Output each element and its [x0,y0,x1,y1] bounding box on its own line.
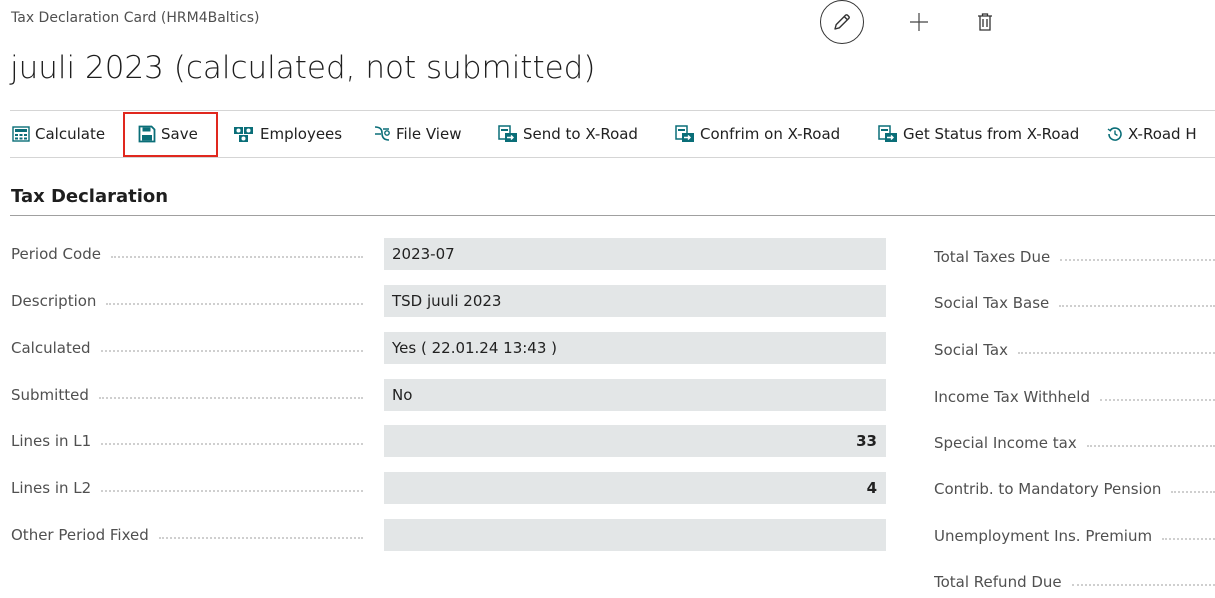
delete-button[interactable] [974,11,996,33]
page-title: juuli 2023 (calculated, not submitted) [10,50,596,86]
breadcrumb: Tax Declaration Card (HRM4Baltics) [11,10,260,26]
section-divider [10,215,1215,216]
calculator-icon [12,126,30,142]
field-submitted: Submitted No [11,379,886,411]
employees-button[interactable]: Employees [233,111,342,157]
send-document-icon [498,125,517,142]
status-document-icon [878,125,897,142]
social-tax-base-label: Social Tax Base [934,287,1215,319]
submitted-value[interactable]: No [384,379,886,411]
plus-icon [910,13,928,31]
field-description: Description TSD juuli 2023 [11,285,886,317]
history-icon [1107,127,1122,141]
period-code-input[interactable]: 2023-07 [384,238,886,270]
total-refund-due-label: Total Refund Due [934,566,1215,598]
send-to-xroad-button[interactable]: Send to X-Road [498,111,638,157]
field-calculated: Calculated Yes ( 22.01.24 13:43 ) [11,332,886,364]
field-label: Description [11,292,371,310]
pencil-icon [834,14,850,30]
field-label: Calculated [11,339,371,357]
file-view-icon [374,126,390,141]
income-tax-withheld-label: Income Tax Withheld [934,381,1215,413]
field-label: Lines in L1 [11,432,371,450]
get-status-from-xroad-button[interactable]: Get Status from X-Road [878,111,1079,157]
other-period-fixed-value[interactable] [384,519,886,551]
trash-icon [978,13,992,31]
unemployment-ins-premium-label: Unemployment Ins. Premium [934,520,1215,552]
field-label: Submitted [11,386,371,404]
field-label: Other Period Fixed [11,526,371,544]
header-actions [820,0,996,44]
calculated-value[interactable]: Yes ( 22.01.24 13:43 ) [384,332,886,364]
field-label: Lines in L2 [11,479,371,497]
lines-in-l2-value[interactable]: 4 [384,472,886,504]
send-to-xroad-label: Send to X-Road [523,125,638,143]
edit-button[interactable] [820,0,864,44]
xroad-history-label: X-Road H [1128,125,1197,143]
xroad-history-button[interactable]: X-Road H [1107,111,1197,157]
calculate-button[interactable]: Calculate [12,111,105,157]
file-view-button[interactable]: File View [373,111,461,157]
lines-in-l1-value[interactable]: 33 [384,425,886,457]
field-period-code: Period Code 2023-07 [11,238,886,270]
calculate-label: Calculate [35,125,106,143]
employees-label: Employees [260,125,343,143]
description-input[interactable]: TSD juuli 2023 [384,285,886,317]
file-view-label: File View [396,125,462,143]
confirm-document-icon [675,125,694,142]
confirm-on-xroad-button[interactable]: Confrim on X-Road [675,111,840,157]
confirm-on-xroad-label: Confrim on X-Road [700,125,841,143]
employees-icon [234,127,253,142]
field-lines-in-l2: Lines in L2 4 [11,472,886,504]
get-status-label: Get Status from X-Road [903,125,1080,143]
contrib-mandatory-pension-label: Contrib. to Mandatory Pension [934,473,1215,505]
field-lines-in-l1: Lines in L1 33 [11,425,886,457]
field-label: Period Code [11,245,371,263]
special-income-tax-label: Special Income tax [934,427,1215,459]
total-taxes-due-label: Total Taxes Due [934,241,1215,273]
new-button[interactable] [908,11,930,33]
social-tax-label: Social Tax [934,334,1215,366]
field-other-period-fixed: Other Period Fixed [11,519,886,551]
section-title: Tax Declaration [11,186,169,207]
save-button-highlight [123,112,218,157]
